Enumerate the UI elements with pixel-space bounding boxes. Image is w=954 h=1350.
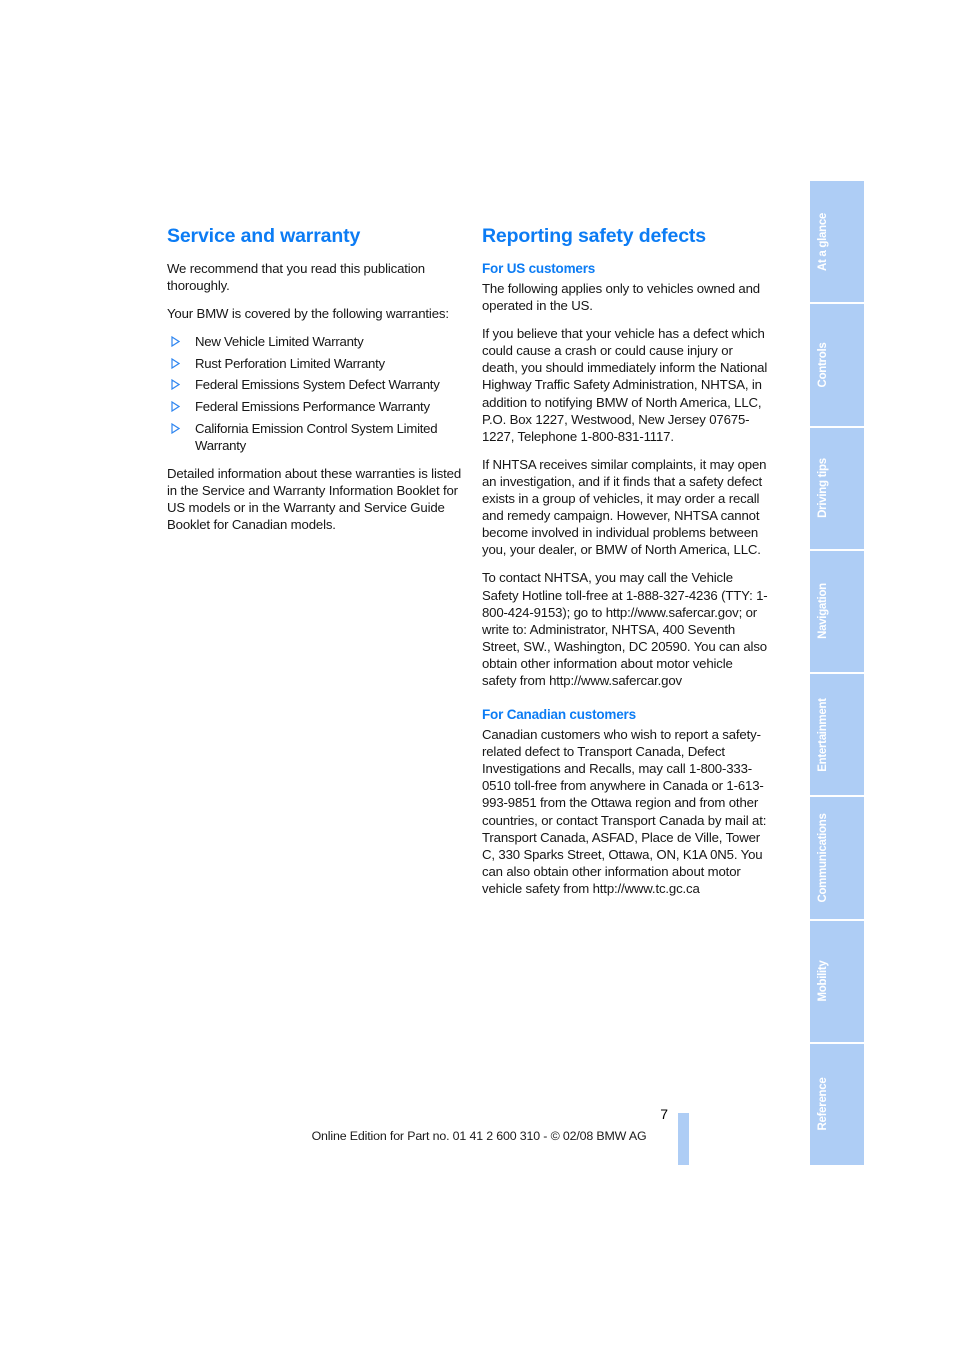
warranty-list: New Vehicle Limited Warranty Rust Perfor…	[167, 333, 464, 454]
chapter-tab-entertainment[interactable]: Entertainment	[810, 674, 864, 796]
subheading-for-us-customers: For US customers	[482, 261, 596, 276]
manual-page: Service and warranty We recommend that y…	[0, 0, 954, 1350]
us-paragraph-1: The following applies only to vehicles o…	[482, 281, 760, 314]
list-item: Rust Perforation Limited Warranty	[167, 355, 464, 372]
list-item: Federal Emissions System Defect Warranty	[167, 376, 464, 393]
chapter-tab-reference[interactable]: Reference	[810, 1043, 864, 1165]
triangle-bullet-icon	[171, 357, 180, 369]
tab-label-area: Communications	[810, 797, 836, 918]
warranty-list-lead-in: Your BMW is covered by the following war…	[167, 306, 449, 322]
closing-paragraph: Detailed information about these warrant…	[167, 465, 462, 533]
chapter-tab-label: Driving tips	[817, 458, 829, 518]
footer-edition-note: Online Edition for Part no. 01 41 2 600 …	[311, 1129, 647, 1143]
triangle-bullet-icon	[171, 422, 180, 434]
list-item-label: California Emission Control System Limit…	[195, 420, 438, 453]
chapter-tab-strip: At a glance Controls Driving tips Naviga…	[810, 181, 864, 1165]
list-item-label: Federal Emissions Performance Warranty	[195, 399, 430, 415]
tab-label-area: At a glance	[810, 181, 836, 302]
triangle-bullet-icon	[171, 379, 180, 391]
chapter-tab-label: Entertainment	[817, 697, 829, 772]
tab-label-area: Controls	[810, 304, 836, 425]
chapter-tab-label: Mobility	[817, 960, 829, 1002]
tab-label-area: Navigation	[810, 551, 836, 672]
chapter-tab-label: Navigation	[817, 583, 829, 640]
chapter-tab-at-a-glance[interactable]: At a glance	[810, 181, 864, 303]
chapter-tab-communications[interactable]: Communications	[810, 797, 864, 919]
tab-label-area: Mobility	[810, 921, 836, 1042]
page-number: 7	[660, 1106, 668, 1122]
list-item-label: Federal Emissions System Defect Warranty	[195, 377, 440, 393]
section-heading-reporting-safety-defects: Reporting safety defects	[482, 225, 706, 247]
intro-paragraph: We recommend that you read this publicat…	[167, 261, 425, 294]
canada-paragraph-1: Canadian customers who wish to report a …	[482, 727, 767, 896]
chapter-tab-navigation[interactable]: Navigation	[810, 550, 864, 672]
us-paragraph-2: If you believe that your vehicle has a d…	[482, 326, 768, 444]
chapter-tab-label: Controls	[817, 342, 829, 388]
tab-label-area: Driving tips	[810, 428, 836, 549]
chapter-tab-label: Reference	[817, 1077, 829, 1131]
triangle-bullet-icon	[171, 336, 180, 348]
subheading-for-canadian-customers: For Canadian customers	[482, 707, 636, 723]
list-item-label: Rust Perforation Limited Warranty	[195, 355, 385, 371]
chapter-tab-mobility[interactable]: Mobility	[810, 920, 864, 1042]
chapter-tab-label: At a glance	[817, 212, 829, 271]
list-item-label: New Vehicle Limited Warranty	[195, 334, 364, 350]
list-item: New Vehicle Limited Warranty	[167, 333, 464, 350]
triangle-bullet-icon	[171, 401, 180, 413]
chapter-tab-controls[interactable]: Controls	[810, 304, 864, 426]
right-column: Reporting safety defects For US customer…	[482, 224, 770, 897]
list-item: California Emission Control System Limit…	[167, 420, 464, 454]
page-marker-bar	[678, 1113, 689, 1165]
tab-label-area: Entertainment	[810, 674, 836, 795]
tab-label-area: Reference	[810, 1044, 836, 1165]
chapter-tab-driving-tips[interactable]: Driving tips	[810, 427, 864, 549]
left-column: Service and warranty We recommend that y…	[167, 224, 464, 533]
us-paragraph-3: If NHTSA receives similar complaints, it…	[482, 456, 767, 558]
us-paragraph-4: To contact NHTSA, you may call the Vehic…	[482, 570, 768, 688]
list-item: Federal Emissions Performance Warranty	[167, 398, 464, 415]
chapter-tab-label: Communications	[817, 813, 829, 903]
section-heading-service-and-warranty: Service and warranty	[167, 225, 361, 247]
